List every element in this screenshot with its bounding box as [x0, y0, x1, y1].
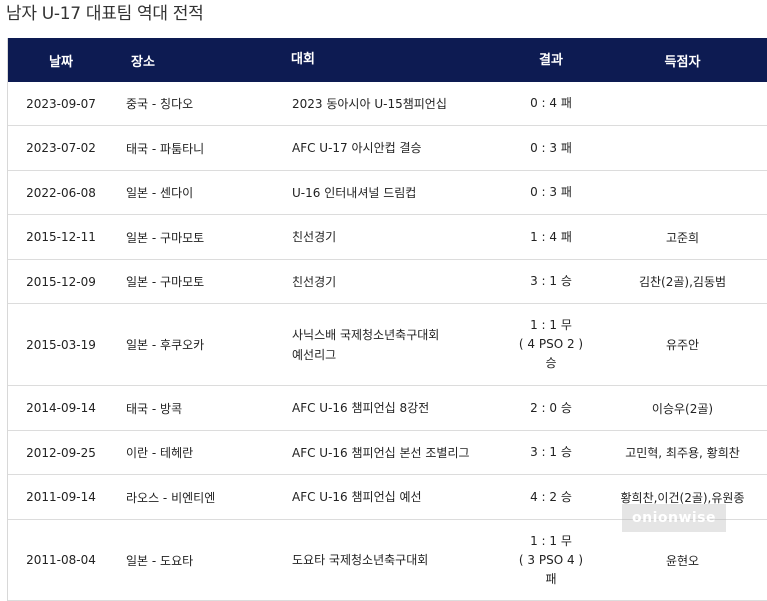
cell-place: 태국 - 파툼타니 — [126, 141, 205, 156]
cell-scorers: 고민혁, 최주용, 황희찬 — [625, 446, 740, 460]
cell-place: 중국 - 칭다오 — [126, 97, 194, 111]
competition-line: AFC U-16 챔피언십 본선 조별리그 — [292, 445, 470, 460]
table-row: 2015-12-09 일본 - 구마모토 친선경기 3 : 1 승 김찬(2골),김동범 — [8, 260, 767, 304]
cell-competition: 친선경기 — [290, 227, 505, 247]
cell-scorers: 유주안 — [665, 338, 700, 352]
cell-date: 2014-09-14 — [26, 401, 96, 415]
cell-place: 이란 - 테헤란 — [126, 446, 194, 460]
cell-place: 일본 - 도요타 — [126, 553, 194, 568]
cell-date: 2015-12-11 — [26, 230, 96, 244]
result-line: 1 : 4 패 — [530, 229, 572, 244]
cell-result: 0 : 3 패 — [505, 139, 597, 158]
cell-date: 2022-06-08 — [26, 185, 96, 200]
cell-date: 2015-12-09 — [26, 274, 96, 289]
cell-date: 2011-08-04 — [26, 553, 96, 567]
competition-line: 예선리그 — [292, 347, 337, 362]
cell-result: 0 : 4 패 — [505, 94, 597, 113]
result-line: 1 : 1 무 — [530, 318, 572, 332]
header-date: 날짜 — [49, 54, 73, 70]
competition-line: 친선경기 — [292, 230, 337, 244]
competition-line: AFC U-16 챔피언십 예선 — [292, 490, 422, 504]
cell-date: 2015-03-19 — [26, 337, 96, 352]
table-row: 2023-09-07 중국 - 칭다오 2023 동아시아 U-15챔피언십 0 : … — [8, 82, 767, 126]
cell-result: 0 : 3 패 — [505, 183, 597, 202]
cell-competition: AFC U-16 챔피언십 8강전 — [290, 398, 505, 418]
table-row: 2012-09-25 이란 - 테헤란 AFC U-16 챔피언십 본선 조별리그 3… — [8, 431, 767, 475]
cell-competition: 사닉스배 국제청소년축구대회예선리그 — [290, 325, 505, 365]
table-row: 2022-06-08 일본 - 센다이 U-16 인터내셔널 드림컵 0 : 3 패 — [8, 171, 767, 215]
result-line: 2 : 0 승 — [530, 400, 572, 415]
competition-line: AFC U-16 챔피언십 8강전 — [292, 401, 430, 415]
table-header: 날짜 장소 대회 결과 득점자 — [8, 38, 767, 82]
cell-result: 2 : 0 승 — [505, 399, 597, 418]
cell-result: 4 : 2 승 — [505, 488, 597, 507]
cell-result: 1 : 1 무 ( 3 PSO 4 ) 패 — [505, 532, 597, 589]
result-line: 3 : 1 승 — [530, 445, 572, 459]
result-line: 0 : 3 패 — [530, 185, 572, 199]
cell-place: 일본 - 후쿠오카 — [126, 338, 205, 352]
result-line: 4 : 2 승 — [530, 489, 572, 504]
cell-place: 라오스 - 비엔티엔 — [126, 490, 216, 505]
cell-result: 3 : 1 승 — [505, 443, 597, 462]
cell-scorers: 황희찬,이건(2골),유원종 — [620, 490, 745, 505]
table-row: 2015-03-19 일본 - 후쿠오카 사닉스배 국제청소년축구대회 예선리그 1 :… — [8, 304, 767, 386]
cell-competition: U-16 인터내셔널 드림컵 — [290, 183, 505, 203]
competition-line: 사닉스배 국제청소년축구대회 — [292, 327, 440, 342]
table-row: 2015-12-11 일본 - 구마모토 친선경기 1 : 4 패 고준희 — [8, 215, 767, 260]
cell-scorers: 고준희 — [665, 230, 700, 245]
table-row: 2011-08-04 일본 - 도요타 도요타 국제청소년축구대회 1 : 1 무 ( … — [8, 520, 767, 601]
competition-line: AFC U-17 아시안컵 결승 — [292, 141, 422, 155]
competition-line: 친선경기 — [292, 274, 337, 289]
header-place: 장소 — [131, 54, 155, 70]
competition-line: 2023 동아시아 U-15챔피언십 — [292, 96, 447, 111]
table-row: 2023-07-02 태국 - 파툼타니 AFC U-17 아시안컵 결승 0 : 3… — [8, 126, 767, 171]
result-line: 승 — [545, 356, 557, 370]
cell-date: 2011-09-14 — [26, 490, 96, 504]
cell-competition: AFC U-16 챔피언십 본선 조별리그 — [290, 443, 505, 463]
cell-place: 일본 - 구마모토 — [126, 275, 205, 289]
cell-date: 2023-07-02 — [26, 141, 96, 155]
cell-place: 일본 - 센다이 — [126, 186, 194, 200]
header-scorers: 득점자 — [664, 54, 701, 70]
cell-result: 1 : 1 무 ( 4 PSO 2 ) 승 — [505, 316, 597, 373]
result-line: 0 : 4 패 — [530, 96, 572, 110]
result-line: 3 : 1 승 — [530, 274, 572, 288]
cell-competition: 도요타 국제청소년축구대회 — [290, 550, 505, 570]
cell-scorers: 김찬(2골),김동범 — [638, 275, 727, 289]
cell-place: 태국 - 방콕 — [126, 401, 183, 416]
competition-line: U-16 인터내셔널 드림컵 — [292, 185, 417, 200]
cell-competition: AFC U-17 아시안컵 결승 — [290, 138, 505, 158]
header-result: 결과 — [539, 52, 563, 68]
result-line: ( 3 PSO 4 ) — [518, 552, 584, 567]
watermark-logo: onionwise — [622, 504, 726, 532]
cell-competition: 2023 동아시아 U-15챔피언십 — [290, 94, 505, 114]
cell-competition: 친선경기 — [290, 272, 505, 292]
cell-scorers: 이승우(2골) — [651, 401, 714, 416]
cell-place: 일본 - 구마모토 — [126, 230, 205, 245]
header-competition: 대회 — [291, 52, 315, 67]
page-title: 남자 U-17 대표팀 역대 전적 — [6, 4, 204, 24]
cell-date: 2023-09-07 — [26, 96, 96, 111]
cell-date: 2012-09-25 — [26, 445, 96, 460]
result-line: 0 : 3 패 — [530, 140, 572, 155]
cell-competition: AFC U-16 챔피언십 예선 — [290, 487, 505, 507]
cell-result: 3 : 1 승 — [505, 272, 597, 291]
result-line: 1 : 1 무 — [530, 533, 572, 548]
competition-line: 도요타 국제청소년축구대회 — [292, 553, 429, 567]
table-row: 2014-09-14 태국 - 방콕 AFC U-16 챔피언십 8강전 2 : 0 … — [8, 386, 767, 431]
cell-scorers: 윤현오 — [665, 553, 700, 568]
cell-result: 1 : 4 패 — [505, 228, 597, 247]
result-line: ( 4 PSO 2 ) — [518, 337, 584, 351]
result-line: 패 — [545, 571, 557, 586]
